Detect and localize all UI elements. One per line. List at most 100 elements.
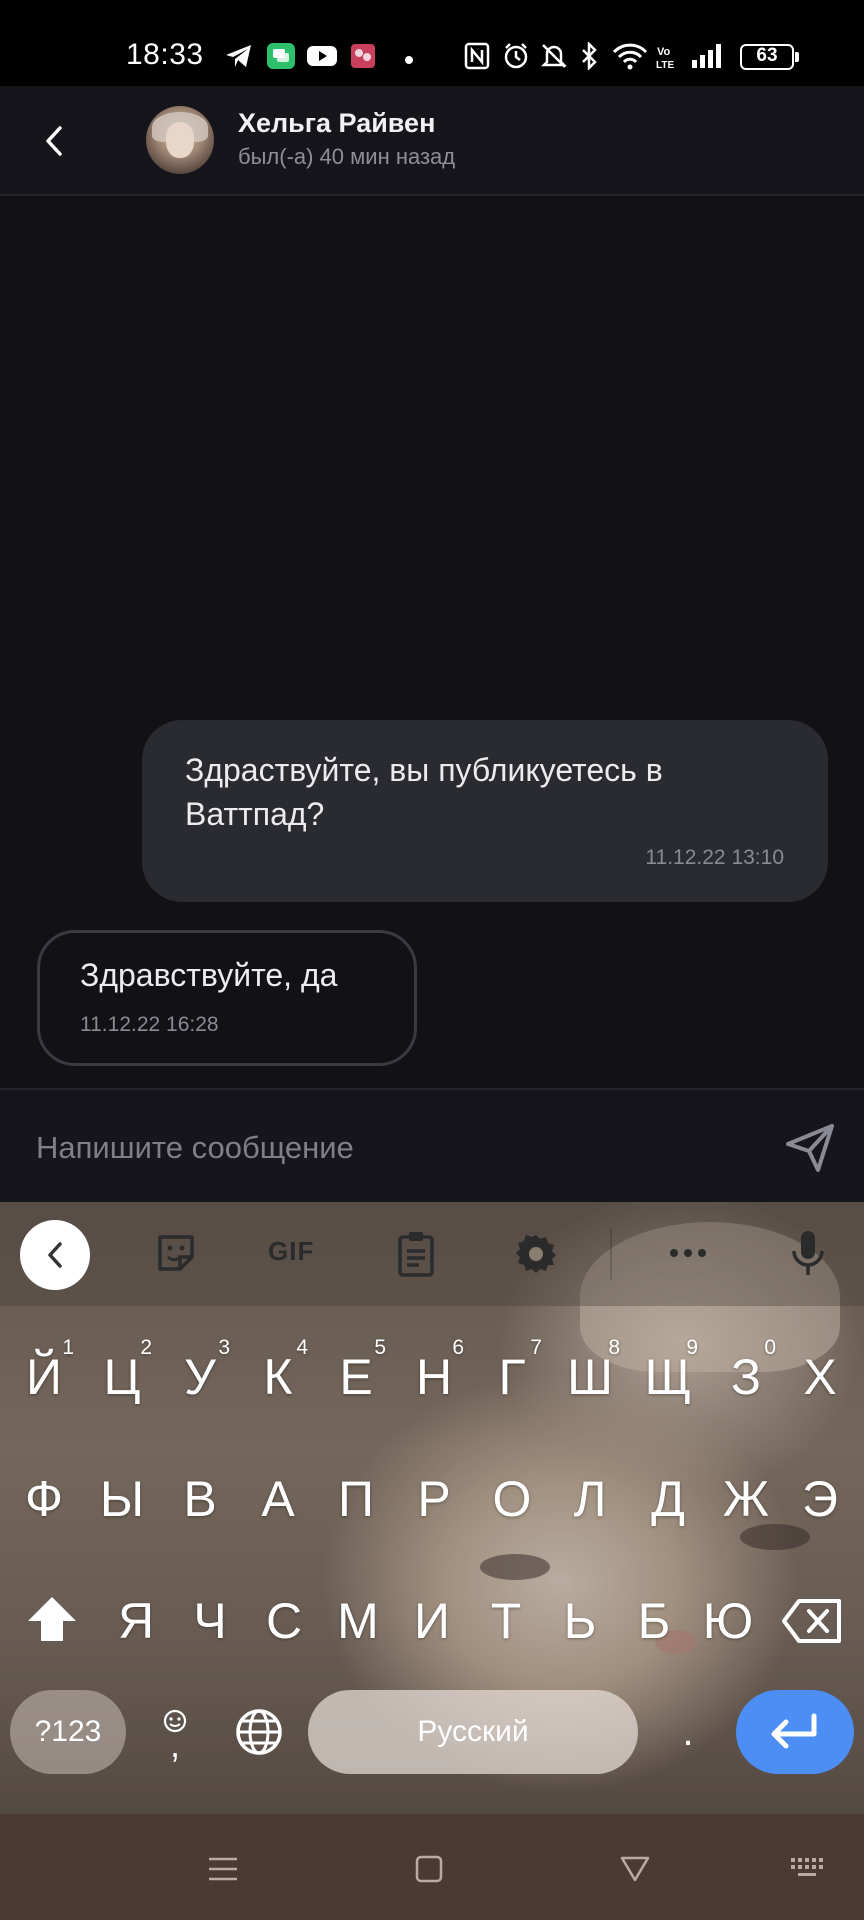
- navigation-bar: [0, 1814, 864, 1920]
- key[interactable]: Т: [470, 1576, 542, 1666]
- mic-icon: [792, 1231, 824, 1275]
- more-icon: [670, 1249, 706, 1257]
- key[interactable]: В: [164, 1454, 236, 1544]
- globe-icon: [236, 1709, 282, 1755]
- collapse-button[interactable]: [20, 1220, 90, 1290]
- contact-status: был(-а) 40 мин назад: [238, 144, 456, 169]
- key[interactable]: Л: [554, 1454, 626, 1544]
- nfc-icon: [464, 42, 490, 75]
- mic-button[interactable]: [784, 1228, 832, 1278]
- space-key[interactable]: Русский: [308, 1690, 638, 1774]
- alarm-icon: [502, 42, 530, 75]
- volte-icon: Vo LTE: [656, 44, 678, 75]
- key[interactable]: Ш8: [554, 1332, 626, 1422]
- key[interactable]: Д: [632, 1454, 704, 1544]
- gif-button[interactable]: GIF: [268, 1236, 314, 1267]
- key[interactable]: У3: [164, 1332, 236, 1422]
- key[interactable]: Э: [784, 1454, 856, 1544]
- key[interactable]: Ы: [86, 1454, 158, 1544]
- enter-icon: [771, 1713, 817, 1749]
- key[interactable]: Я: [100, 1576, 172, 1666]
- contact-name[interactable]: Хельга Райвен: [238, 108, 435, 139]
- message-time: 11.12.22 13:10: [645, 846, 784, 869]
- key[interactable]: Ч: [174, 1576, 246, 1666]
- send-icon: [786, 1124, 834, 1172]
- keyboard: GIF Й1 Ц2 У3 К4 Е5 Н6 Г7 Ш8 Щ9 З0 Х Ф Ы …: [0, 1202, 864, 1814]
- key[interactable]: М: [322, 1576, 394, 1666]
- messages-icon: [266, 42, 296, 75]
- shift-key[interactable]: [16, 1574, 88, 1664]
- clipboard-button[interactable]: [392, 1228, 440, 1278]
- signal-icon: [690, 42, 726, 75]
- telegram-icon: [224, 42, 254, 75]
- backspace-key[interactable]: [776, 1576, 848, 1666]
- chevron-left-icon: [46, 126, 62, 156]
- status-time: 18:33: [126, 38, 204, 71]
- youtube-icon: [306, 42, 338, 75]
- period-key[interactable]: .: [668, 1690, 708, 1774]
- incoming-message[interactable]: Здравствуйте, да 11.12.22 16:28: [37, 930, 417, 1066]
- back-button[interactable]: [36, 116, 72, 166]
- keyboard-icon: [791, 1858, 823, 1876]
- outgoing-message[interactable]: Здраствуйте, вы публикуетесь в Ваттпад? …: [142, 720, 828, 902]
- key[interactable]: Ж: [710, 1454, 782, 1544]
- settings-button[interactable]: [512, 1228, 560, 1278]
- key[interactable]: Р: [398, 1454, 470, 1544]
- message-text: Здравствуйте, да: [80, 957, 338, 993]
- key[interactable]: К4: [242, 1332, 314, 1422]
- status-bar: 18:33 Vo LTE 63: [0, 0, 864, 86]
- back-nav-button[interactable]: [610, 1844, 660, 1894]
- home-button[interactable]: [404, 1844, 454, 1894]
- shift-icon: [28, 1597, 76, 1641]
- settings-icon: [516, 1235, 556, 1273]
- key[interactable]: Ь: [544, 1576, 616, 1666]
- app-icon: [350, 42, 376, 75]
- key[interactable]: П: [320, 1454, 392, 1544]
- key[interactable]: Ц2: [86, 1332, 158, 1422]
- back-icon: [620, 1856, 650, 1882]
- key[interactable]: Е5: [320, 1332, 392, 1422]
- menu-icon: [209, 1857, 237, 1881]
- wifi-icon: [612, 42, 648, 75]
- key[interactable]: З0: [710, 1332, 782, 1422]
- symbols-key[interactable]: ?123: [10, 1690, 126, 1774]
- key[interactable]: Н6: [398, 1332, 470, 1422]
- key[interactable]: А: [242, 1454, 314, 1544]
- message-composer: [0, 1088, 864, 1202]
- message-input[interactable]: [36, 1120, 736, 1176]
- enter-key[interactable]: [736, 1690, 854, 1774]
- emoji-comma-key[interactable]: ,: [150, 1690, 200, 1774]
- key[interactable]: Г7: [476, 1332, 548, 1422]
- bluetooth-icon: [580, 40, 598, 75]
- home-icon: [415, 1855, 443, 1883]
- key[interactable]: Х: [784, 1332, 856, 1422]
- language-key[interactable]: [232, 1696, 286, 1768]
- message-list[interactable]: Здраствуйте, вы публикуетесь в Ваттпад? …: [0, 198, 864, 1088]
- message-time: 11.12.22 16:28: [80, 1013, 219, 1036]
- sticker-button[interactable]: [152, 1228, 200, 1278]
- svg-text:LTE: LTE: [656, 60, 674, 70]
- clipboard-icon: [398, 1232, 434, 1277]
- key[interactable]: Щ9: [632, 1332, 704, 1422]
- send-button[interactable]: [782, 1120, 838, 1176]
- chat-header: Хельга Райвен был(-а) 40 мин назад: [0, 86, 864, 196]
- keyboard-toolbar: GIF: [0, 1202, 864, 1306]
- more-button[interactable]: [664, 1228, 712, 1278]
- svg-text:Vo: Vo: [657, 46, 671, 58]
- battery-icon: 63: [740, 44, 799, 70]
- sticker-icon: [158, 1235, 194, 1271]
- key[interactable]: И: [396, 1576, 468, 1666]
- key[interactable]: Ф: [8, 1454, 80, 1544]
- key[interactable]: Б: [618, 1576, 690, 1666]
- dot-icon: [404, 52, 414, 70]
- message-text: Здраствуйте, вы публикуетесь в Ваттпад?: [185, 752, 663, 832]
- mute-icon: [540, 42, 568, 75]
- key[interactable]: Й1: [8, 1332, 80, 1422]
- backspace-icon: [782, 1599, 841, 1643]
- key[interactable]: Ю: [692, 1576, 764, 1666]
- menu-button[interactable]: [198, 1844, 248, 1894]
- key[interactable]: О: [476, 1454, 548, 1544]
- key[interactable]: С: [248, 1576, 320, 1666]
- keyboard-switch-button[interactable]: [784, 1844, 834, 1894]
- avatar[interactable]: [146, 106, 214, 174]
